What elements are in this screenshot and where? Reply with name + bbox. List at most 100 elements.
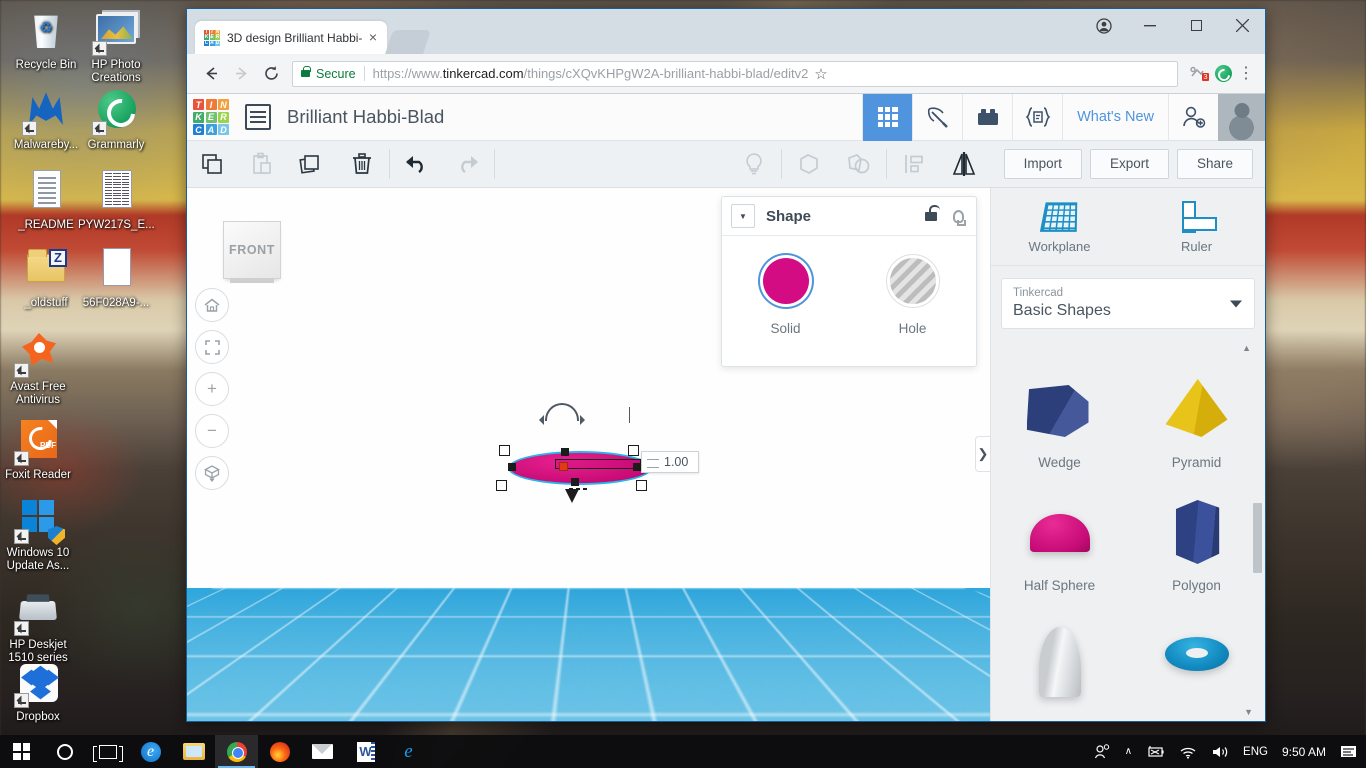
grammarly-extension-icon[interactable] [1210,65,1236,82]
unlocked-padlock-icon[interactable] [925,204,940,221]
snap-grid-select[interactable]: 1.0 mm ▴ [900,688,976,713]
shape-library-dropdown[interactable]: Tinkercad Basic Shapes [1001,278,1255,329]
shape-item-half-sphere[interactable]: Half Sphere [991,480,1128,597]
tab-minecraft[interactable] [912,93,962,141]
desktop-icon-dropbox[interactable]: Dropbox [0,660,76,724]
user-avatar[interactable] [1218,93,1265,141]
firefox-button[interactable] [258,735,301,768]
ungroup-button[interactable] [834,141,884,188]
solid-color-swatch[interactable] [762,258,809,304]
language-indicator[interactable]: ENG [1236,735,1275,768]
edit-grid-button[interactable]: Edit Grid [813,657,890,683]
action-center-button[interactable] [1333,735,1366,768]
people-button[interactable] [1087,735,1118,768]
desktop-icon-56f028a9[interactable]: 56F028A9-... [78,246,154,310]
group-button[interactable] [784,141,834,188]
start-button[interactable] [0,735,43,768]
desktop-icon-windows10-update[interactable]: Windows 10 Update As... [0,496,76,573]
panel-expand-flyout[interactable]: ❯ [975,436,990,472]
shape-item-pyramid[interactable]: Pyramid [1128,357,1265,474]
mail-button[interactable] [301,735,344,768]
desktop-icon-pyw217s[interactable]: PYW217S_E... [78,168,155,232]
zoom-out-button[interactable]: − [195,414,229,448]
export-button[interactable]: Export [1089,149,1169,179]
copy-button[interactable] [187,141,237,188]
hole-swatch[interactable] [889,258,936,304]
browser-profile-button[interactable] [1081,9,1127,42]
shape-item-torus[interactable] [1128,603,1265,701]
share-button[interactable]: Share [1176,149,1253,179]
align-button[interactable] [889,141,939,188]
workplane-tool[interactable]: Workplane [991,188,1128,265]
light-button[interactable] [729,141,779,188]
resize-handle-right[interactable] [633,463,641,471]
delete-button[interactable] [337,141,387,188]
chrome-button[interactable] [215,735,258,768]
resize-handle-br[interactable] [636,480,647,491]
wifi-button[interactable] [1172,735,1204,768]
reload-button[interactable] [256,59,286,89]
ruler-tool[interactable]: Ruler [1128,188,1265,265]
resize-handle-bl[interactable] [496,480,507,491]
extension-icon-1[interactable]: 3 [1184,65,1210,82]
perspective-toggle-button[interactable] [195,456,229,490]
tinkercad-logo-icon[interactable]: TIN KER CAD [193,99,229,135]
internet-explorer-button[interactable]: e [387,735,430,768]
lightbulb-icon[interactable] [953,209,966,226]
whats-new-link[interactable]: What's New [1062,93,1168,141]
cortana-search-button[interactable] [43,735,86,768]
show-hidden-icons-button[interactable]: ∧ [1118,735,1139,768]
home-view-button[interactable] [195,288,229,322]
volume-button[interactable] [1204,735,1236,768]
move-down-handle[interactable] [565,488,589,503]
desktop-icon-hp-photo-creations[interactable]: HP Photo Creations [78,8,154,85]
hole-option[interactable]: Hole [849,258,976,336]
mirror-button[interactable] [939,141,989,188]
resize-handle-tr[interactable] [628,445,639,456]
resize-handle-top[interactable] [561,448,569,456]
edge-button[interactable] [129,735,172,768]
duplicate-button[interactable] [287,141,337,188]
maximize-button[interactable] [1173,9,1219,42]
document-menu-button[interactable] [245,104,271,130]
view-cube[interactable]: FRONT [223,221,281,283]
height-handle[interactable] [559,462,568,471]
browser-tab-tinkercad[interactable]: TIN KER CAD 3D design Brilliant Habbi- × [195,21,387,54]
word-button[interactable]: W [344,735,387,768]
desktop-icon-grammarly[interactable]: Grammarly [78,88,154,152]
solid-option[interactable]: Solid [722,258,849,336]
resize-handle-bottom[interactable] [571,478,579,486]
bookmark-star-icon[interactable]: ☆ [814,65,827,83]
collapse-panel-button[interactable]: ▼ [731,204,755,228]
shape-item-polygon[interactable]: Polygon [1128,480,1265,597]
shape-item-paraboloid[interactable] [991,603,1128,701]
battery-button[interactable] [1139,735,1172,768]
import-button[interactable]: Import [1003,149,1082,179]
selected-shape[interactable]: 1.00 [496,403,700,503]
redo-button[interactable] [442,141,492,188]
address-bar[interactable]: Secure https://www.tinkercad.com/things/… [292,60,1178,87]
desktop-icon-avast[interactable]: Avast Free Antivirus [0,330,76,407]
minimize-button[interactable] [1127,9,1173,42]
scroll-up-arrow-icon[interactable]: ▲ [991,341,1265,353]
back-button[interactable] [196,59,226,89]
forward-button[interactable] [226,59,256,89]
task-view-button[interactable] [86,735,129,768]
tab-3d-design[interactable] [862,93,913,141]
scroll-down-arrow-icon[interactable]: ▼ [1244,707,1253,717]
resize-handle-tl[interactable] [499,445,510,456]
tab-codeblocks[interactable] [1012,93,1062,141]
chrome-menu-button[interactable]: ⋮ [1236,65,1256,81]
clock[interactable]: 9:50 AM [1275,735,1333,768]
resize-handle-left[interactable] [508,463,516,471]
shape-item-wedge[interactable]: Wedge [991,357,1128,474]
tab-close-button[interactable]: × [365,29,381,46]
desktop-icon-malwarebytes[interactable]: Malwareby... [8,88,84,152]
rotate-handle[interactable] [539,403,585,425]
desktop-icon-hp-deskjet[interactable]: HP Deskjet 1510 series [0,588,76,665]
desktop-icon-oldstuff-folder[interactable]: Z _oldstuff [8,246,84,310]
file-explorer-button[interactable] [172,735,215,768]
desktop-icon-foxit-reader[interactable]: PDF Foxit Reader [0,418,76,482]
paste-button[interactable] [237,141,287,188]
fit-to-view-button[interactable] [195,330,229,364]
